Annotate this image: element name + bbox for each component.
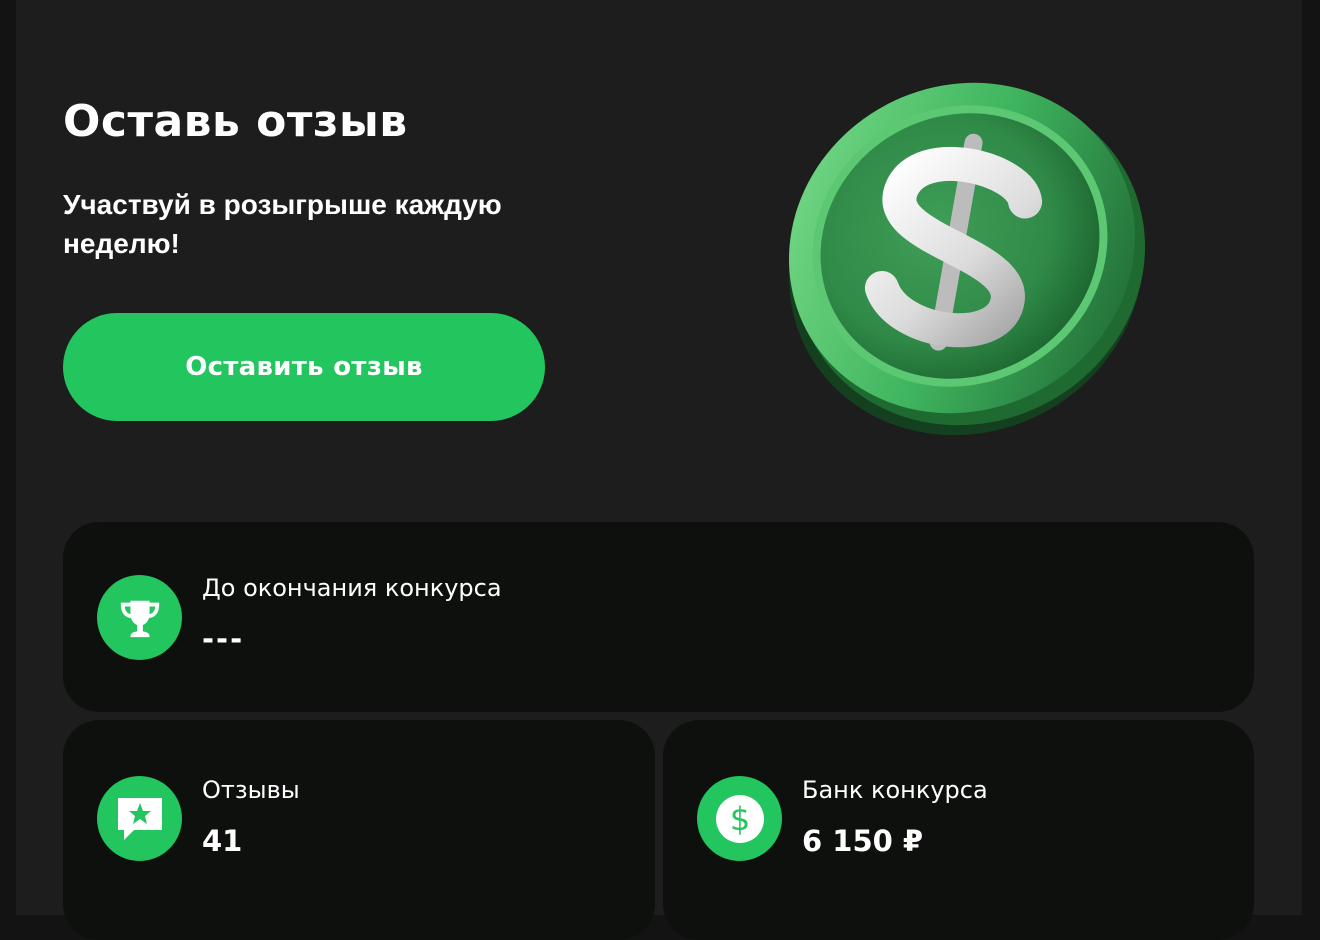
- trophy-icon: [97, 575, 182, 660]
- dollar-coin-illustration: [788, 82, 1146, 436]
- contest-timer-value: ---: [202, 622, 245, 656]
- contest-bank-value: 6 150 ₽: [802, 824, 924, 858]
- reviews-label: Отзывы: [202, 776, 300, 804]
- review-star-icon: [97, 776, 182, 861]
- reviews-card: Отзывы 41: [63, 720, 655, 940]
- leave-review-button[interactable]: Оставить отзыв: [63, 313, 545, 421]
- contest-bank-label: Банк конкурса: [802, 776, 988, 804]
- svg-text:$: $: [729, 800, 749, 838]
- page-title: Оставь отзыв: [63, 96, 408, 147]
- contest-bank-card: $ Банк конкурса 6 150 ₽: [663, 720, 1254, 940]
- page-subtitle: Участвуй в розыгрыше каждую неделю!: [63, 189, 502, 259]
- contest-timer-card: До окончания конкурса ---: [63, 522, 1254, 712]
- reviews-count: 41: [202, 824, 243, 858]
- dollar-icon: $: [697, 776, 782, 861]
- contest-timer-label: До окончания конкурса: [202, 574, 502, 602]
